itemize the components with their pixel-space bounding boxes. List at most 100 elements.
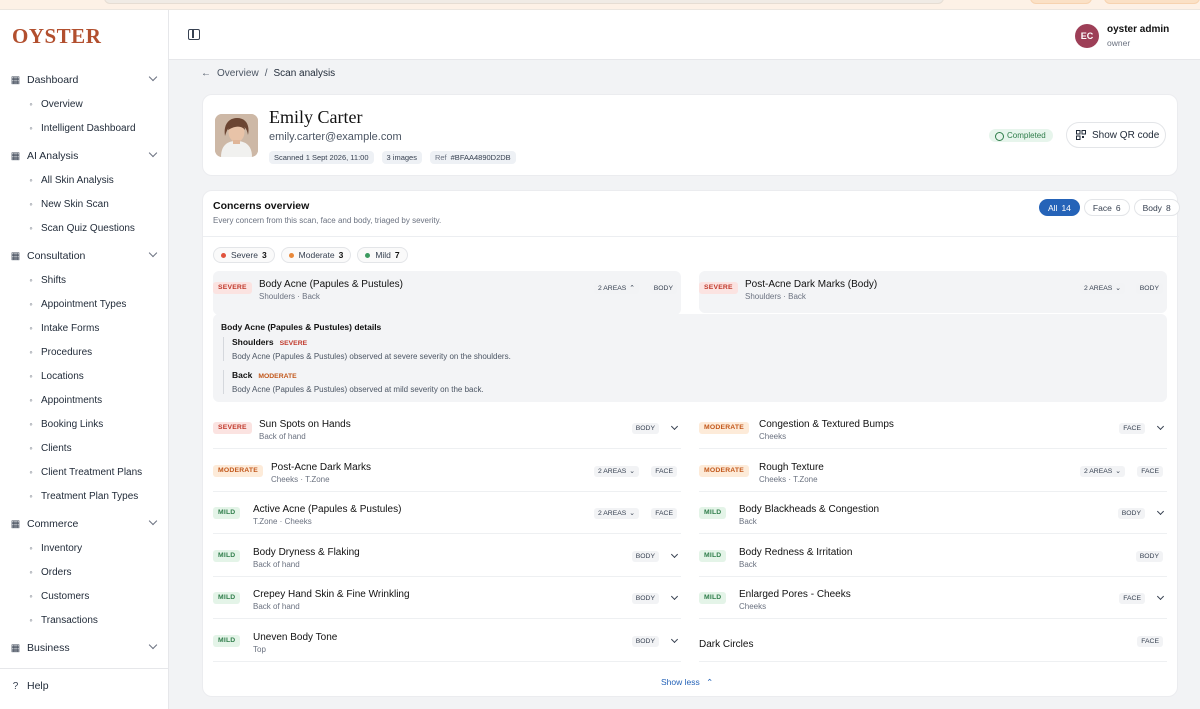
concern-row[interactable]: SEVERE Sun Spots on Hands Back of hand BODY — [213, 411, 681, 449]
chevron-down-icon[interactable] — [148, 72, 158, 82]
areas-toggle[interactable]: 2 AREAS ⌃ — [593, 283, 639, 294]
sidebar-item-overview[interactable]: ◦ Overview — [0, 92, 168, 116]
form-icon: ◦ — [29, 323, 33, 333]
user-role: owner — [1107, 38, 1131, 48]
concern-row[interactable]: MODERATE Rough Texture Cheeks · T.Zone FACE… — [699, 454, 1167, 492]
areas-count: 2 AREAS — [1083, 285, 1113, 292]
concern-row[interactable]: MODERATE Post-Acne Dark Marks Cheeks · T.Z… — [213, 454, 681, 492]
sidebar-item-booking-links[interactable]: ◦ Booking Links — [0, 412, 168, 436]
chevron-down-icon[interactable] — [1156, 422, 1165, 431]
chevron-down-icon[interactable] — [1156, 592, 1165, 601]
sidebar-item-scan-quiz-questions[interactable]: ◦ Scan Quiz Questions — [0, 216, 168, 240]
sidebar-section-dashboard[interactable]: ▦ Dashboard — [0, 68, 168, 92]
cart-icon: ◦ — [29, 567, 33, 577]
sidebar-item-label: Locations — [41, 370, 84, 382]
filter-label: Moderate — [298, 250, 335, 260]
sidebar-item-new-skin-scan[interactable]: ◦ New Skin Scan — [0, 192, 168, 216]
areas-count: 2 AREAS — [1083, 468, 1113, 475]
breadcrumb-current: Scan analysis — [273, 68, 336, 79]
tab-body[interactable]: Body 8 — [1133, 199, 1180, 216]
sidebar-item-client-treatment-plans[interactable]: ◦ Client Treatment Plans — [0, 460, 168, 484]
concern-row[interactable]: SEVERE Body Acne (Papules & Pustules) Shou… — [213, 271, 681, 315]
top-action-pill[interactable] — [1030, 0, 1092, 4]
sidebar-item-treatment-plan-types[interactable]: ◦ Treatment Plan Types — [0, 484, 168, 508]
chevron-down-icon[interactable] — [670, 592, 679, 601]
sidebar-item-customers[interactable]: ◦ Customers — [0, 584, 168, 608]
sidebar-item-all-skin-analysis[interactable]: ◦ All Skin Analysis — [0, 168, 168, 192]
sidebar-item-appointments[interactable]: ◦ Appointments — [0, 388, 168, 412]
chevron-down-icon[interactable] — [148, 516, 158, 526]
sidebar-toggle-icon[interactable] — [188, 29, 200, 40]
sidebar-section-label: Dashboard — [27, 74, 79, 86]
concern-details-panel: Body Acne (Papules & Pustules) details S… — [213, 314, 1167, 402]
sidebar-item-appointment-types[interactable]: ◦ Appointment Types — [0, 292, 168, 316]
brand-logo[interactable]: OYSTER — [12, 24, 101, 49]
chevron-down-icon[interactable] — [148, 148, 158, 158]
patient-name: Emily Carter — [269, 107, 363, 127]
severity-filters: Severe 3 Moderate 3 Mild 7 — [213, 247, 408, 263]
concern-name: Sun Spots on Hands — [259, 419, 351, 430]
concern-row[interactable]: MILD Crepey Hand Skin & Fine Wrinkling Bac… — [213, 581, 681, 619]
tab-all[interactable]: All 14 — [1039, 199, 1080, 216]
severity-dot-icon — [365, 253, 371, 258]
filter-count: 3 — [261, 250, 267, 260]
concern-row[interactable]: MILD Enlarged Pores - Cheeks Cheeks FACE — [699, 581, 1167, 619]
filter-moderate[interactable]: Moderate 3 — [280, 247, 352, 263]
avatar[interactable]: EC — [1075, 24, 1099, 48]
chevron-down-icon: ⌄ — [1115, 285, 1121, 292]
show-less-button[interactable]: Show less ⌃ — [661, 677, 713, 688]
concern-row[interactable]: MILD Uneven Body Tone Top BODY — [213, 624, 681, 662]
concern-row[interactable]: MODERATE Congestion & Textured Bumps Cheek… — [699, 411, 1167, 449]
user-icon: ◦ — [29, 443, 33, 453]
chevron-down-icon[interactable] — [148, 248, 158, 258]
tab-label: Body — [1142, 203, 1162, 213]
concern-row[interactable]: MILD Body Blackheads & Congestion Back BODY — [699, 496, 1167, 534]
concern-areas: Cheeks · T.Zone — [271, 475, 330, 484]
top-search-bar[interactable] — [104, 0, 944, 4]
concern-row[interactable]: MILD Body Dryness & Flaking Back of hand BO… — [213, 539, 681, 577]
show-qr-code-button[interactable]: Show QR code — [1066, 122, 1166, 148]
sidebar-item-orders[interactable]: ◦ Orders — [0, 560, 168, 584]
sidebar-item-clients[interactable]: ◦ Clients — [0, 436, 168, 460]
concern-row[interactable]: SEVERE Post-Acne Dark Marks (Body) Shoulde… — [699, 271, 1167, 313]
filter-severe[interactable]: Severe 3 — [213, 247, 275, 263]
link-icon: ◦ — [29, 419, 33, 429]
chevron-down-icon[interactable] — [148, 640, 158, 650]
sidebar-item-procedures[interactable]: ◦ Procedures — [0, 340, 168, 364]
sidebar-item-intelligent-dashboard[interactable]: ◦ Intelligent Dashboard — [0, 116, 168, 140]
areas-toggle[interactable]: 2 AREAS ⌄ — [593, 508, 639, 519]
back-arrow-icon[interactable]: ← — [201, 68, 211, 79]
sidebar-section-label: Business — [27, 642, 70, 654]
areas-toggle[interactable]: 2 AREAS ⌄ — [1079, 283, 1125, 294]
concern-name: Dark Circles — [699, 639, 754, 650]
sidebar-item-help[interactable]: ? Help — [0, 674, 168, 698]
sidebar-item-label: Booking Links — [41, 418, 104, 430]
filter-mild[interactable]: Mild 7 — [357, 247, 408, 263]
sidebar-section-consultation[interactable]: ▦ Consultation — [0, 244, 168, 268]
chevron-down-icon[interactable] — [670, 422, 679, 431]
list-icon: ◦ — [29, 299, 33, 309]
sidebar-item-label: Scan Quiz Questions — [41, 222, 135, 234]
tab-face[interactable]: Face 6 — [1083, 199, 1130, 216]
areas-count: 2 AREAS — [597, 285, 627, 292]
sidebar-item-intake-forms[interactable]: ◦ Intake Forms — [0, 316, 168, 340]
sidebar-item-transactions[interactable]: ◦ Transactions — [0, 608, 168, 632]
sidebar-item-inventory[interactable]: ◦ Inventory — [0, 536, 168, 560]
sidebar-item-shifts[interactable]: ◦ Shifts — [0, 268, 168, 292]
chevron-down-icon[interactable] — [1156, 507, 1165, 516]
concern-row[interactable]: Dark Circles FACE — [699, 624, 1167, 662]
areas-toggle[interactable]: 2 AREAS ⌄ — [593, 466, 639, 477]
concern-row[interactable]: MILD Active Acne (Papules & Pustules) T.Zo… — [213, 496, 681, 534]
chevron-down-icon[interactable] — [670, 635, 679, 644]
status-badge: Completed — [989, 129, 1053, 142]
sidebar-section-commerce[interactable]: ▦ Commerce — [0, 512, 168, 536]
sidebar-item-locations[interactable]: ◦ Locations — [0, 364, 168, 388]
sidebar-section-ai-analysis[interactable]: ▦ AI Analysis — [0, 144, 168, 168]
top-action-pill[interactable] — [1104, 0, 1200, 4]
concern-row[interactable]: MILD Body Redness & Irritation Back BODY — [699, 539, 1167, 577]
areas-toggle[interactable]: 2 AREAS ⌄ — [1079, 466, 1125, 477]
user-name[interactable]: oyster admin — [1107, 24, 1169, 35]
sidebar-section-business[interactable]: ▦ Business — [0, 636, 168, 660]
breadcrumb-overview-link[interactable]: Overview — [217, 68, 259, 79]
chevron-down-icon[interactable] — [670, 550, 679, 559]
